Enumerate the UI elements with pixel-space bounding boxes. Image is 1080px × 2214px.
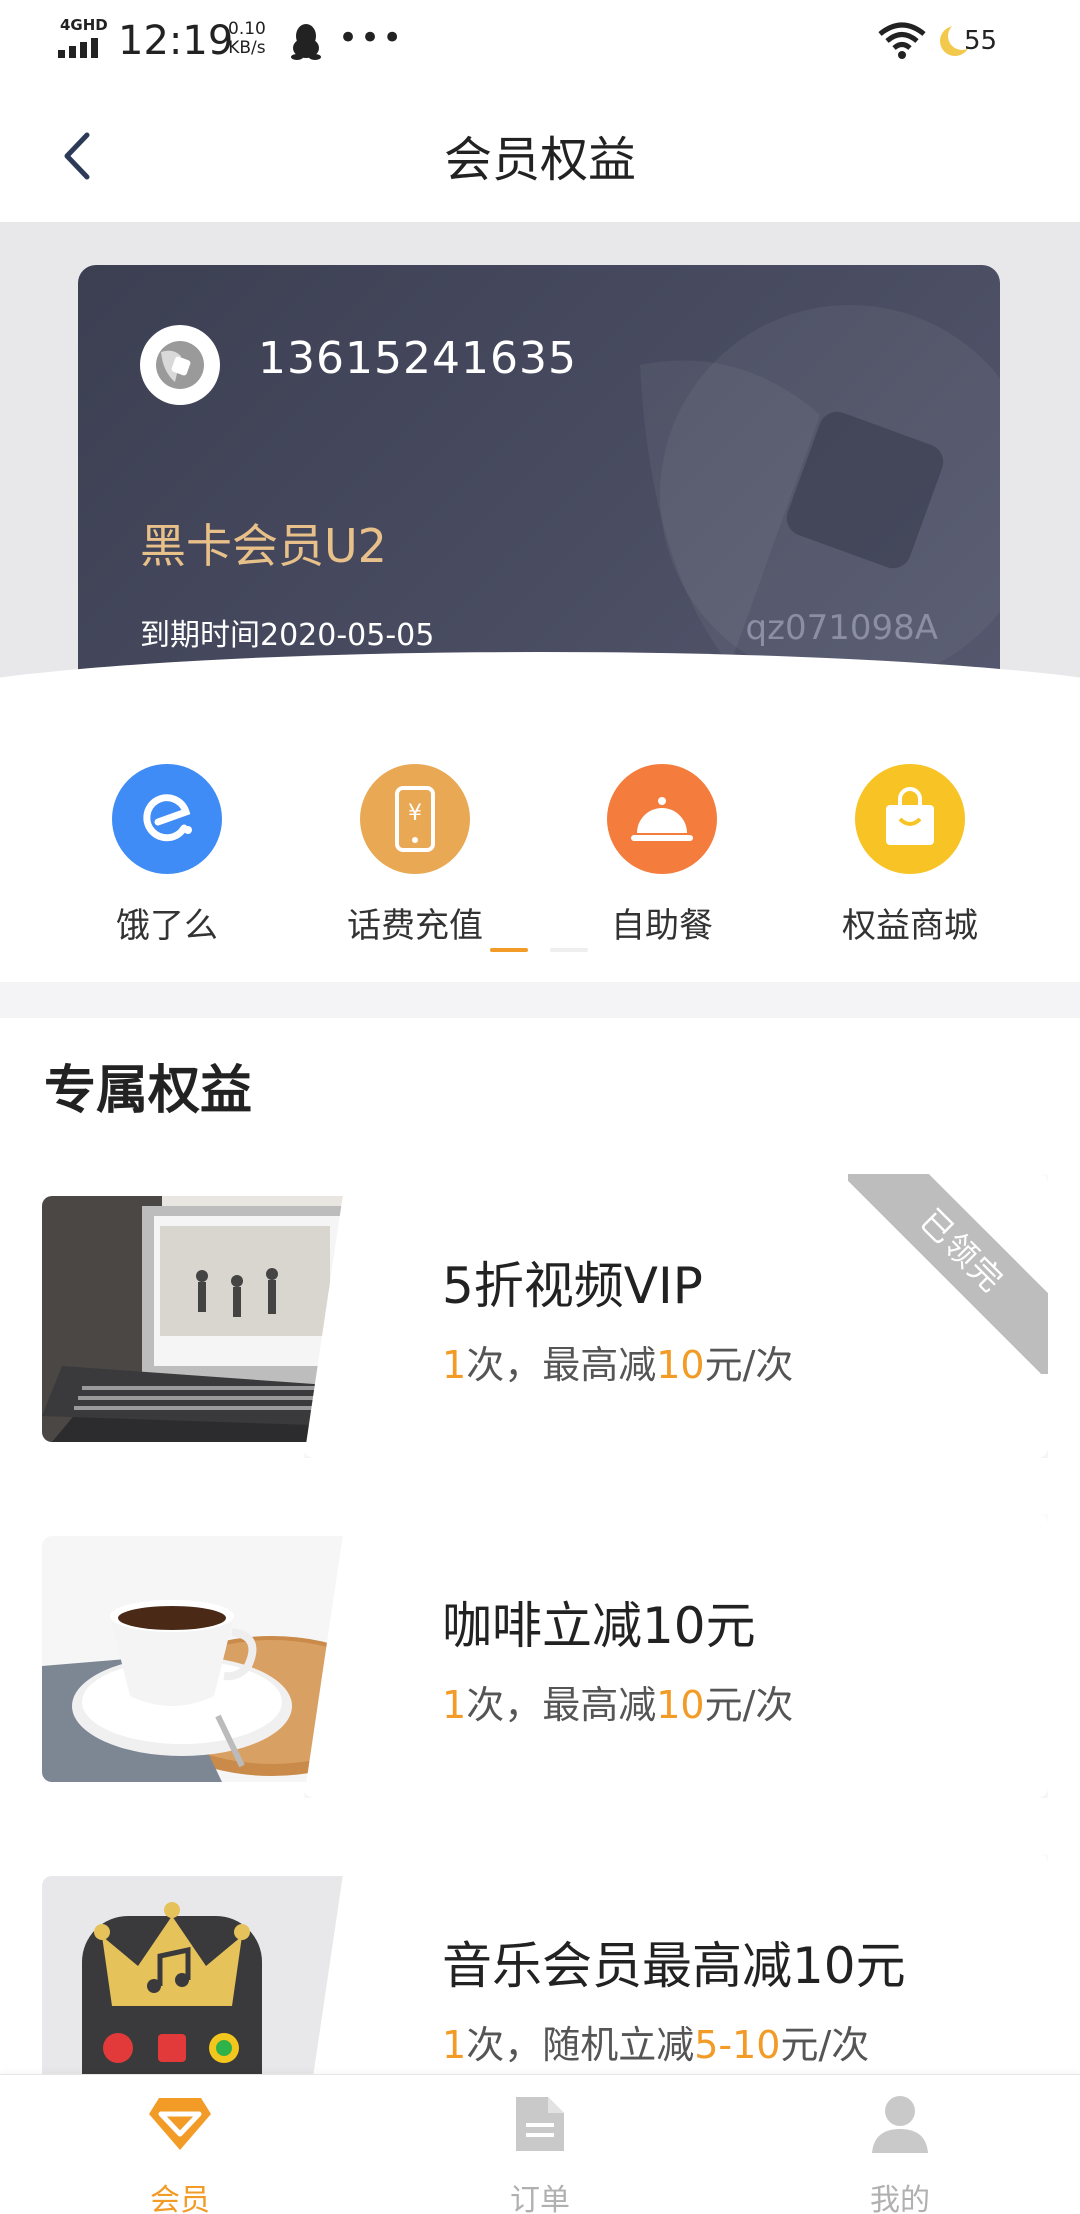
benefit-sub-text: 次，随机立减 — [466, 2023, 695, 2067]
benefit-unit: 元/次 — [780, 2023, 870, 2067]
signal-icon: 4GHD — [58, 16, 110, 60]
tab-label: 订单 — [510, 2183, 570, 2214]
quick-item-label: 权益商城 — [842, 906, 978, 946]
qq-penguin-icon — [290, 22, 322, 60]
benefit-card-music[interactable]: 音乐会员最高减10元 1次，随机立减5-10元/次 — [42, 1854, 1048, 2074]
benefit-info: 咖啡立减10元 1次，最高减10元/次 — [304, 1514, 1048, 1798]
benefit-amount-min: 5 — [694, 2023, 719, 2067]
network-type: 4GHD — [60, 16, 108, 34]
more-notifications-icon: ••• — [338, 18, 405, 58]
coffee-cup-image — [42, 1536, 352, 1782]
benefit-subtitle: 1次，随机立减5-10元/次 — [442, 2014, 869, 2069]
benefit-title: 音乐会员最高减10元 — [442, 1937, 906, 1995]
benefit-unit: 元/次 — [704, 1343, 794, 1387]
quick-item-label: 话费充值 — [347, 906, 483, 946]
tab-member[interactable]: 会员 — [80, 2089, 280, 2214]
diamond-icon — [145, 2089, 215, 2159]
benefit-subtitle: 1次，最高减10元/次 — [442, 1334, 793, 1389]
sold-out-ribbon: 已领完 — [848, 1174, 1048, 1374]
benefit-info: 音乐会员最高减10元 1次，随机立减5-10元/次 — [304, 1854, 1048, 2074]
benefit-sub-text: 次，最高减 — [466, 1683, 657, 1727]
tab-label: 我的 — [870, 2183, 930, 2214]
quick-item-mall[interactable]: 权益商城 — [810, 764, 1010, 947]
benefit-range-dash: - — [718, 2023, 733, 2067]
document-icon — [505, 2089, 575, 2159]
benefit-count: 1 — [442, 1683, 467, 1727]
speed-value: 0.10 — [228, 19, 266, 39]
quick-item-label: 饿了么 — [116, 906, 218, 946]
page-indicator — [550, 948, 588, 952]
tab-orders[interactable]: 订单 — [440, 2089, 640, 2214]
benefit-card-coffee[interactable]: 咖啡立减10元 1次，最高减10元/次 — [42, 1514, 1048, 1804]
battery-indicator: 55 — [940, 22, 1004, 60]
benefit-title: 咖啡立减10元 — [442, 1597, 756, 1655]
dining-cloche-icon — [607, 764, 717, 874]
member-phone: 13615241635 — [258, 333, 577, 384]
benefit-title: 5折视频VIP — [442, 1257, 703, 1315]
ribbon-label: 已领完 — [848, 1174, 1048, 1374]
bottom-tab-bar: 会员 订单 我的 — [0, 2074, 1080, 2214]
benefit-amount: 10 — [656, 1683, 705, 1727]
benefit-subtitle: 1次，最高减10元/次 — [442, 1674, 793, 1729]
card-brand-logo — [140, 325, 220, 405]
nav-header: 会员权益 — [0, 90, 1080, 222]
benefit-unit: 元/次 — [704, 1683, 794, 1727]
benefit-count: 1 — [442, 1343, 467, 1387]
member-card[interactable]: 13615241635 黑卡会员U2 到期时间2020-05-05 qz0710… — [78, 265, 1000, 705]
phone-recharge-icon: ¥ — [360, 764, 470, 874]
tab-mine[interactable]: 我的 — [800, 2089, 1000, 2214]
wifi-icon — [878, 22, 926, 60]
quick-menu: 饿了么 ¥ 话费充值 自助餐 权益商城 — [0, 712, 1080, 982]
tab-label: 会员 — [150, 2183, 210, 2214]
clock: 12:19 — [118, 18, 234, 64]
section-divider — [0, 982, 1080, 1018]
quick-item-label: 自助餐 — [611, 906, 713, 946]
status-bar: 4GHD 12:19 0.10 KB/s ••• 55 — [0, 0, 1080, 90]
battery-level: 55 — [964, 26, 998, 56]
laptop-video-image — [42, 1196, 352, 1442]
quick-item-recharge[interactable]: ¥ 话费充值 — [315, 764, 515, 947]
member-level: 黑卡会员U2 — [140, 519, 387, 573]
benefit-count: 1 — [442, 2023, 467, 2067]
page-indicator-active — [490, 948, 528, 952]
quick-item-buffet[interactable]: 自助餐 — [562, 764, 762, 947]
eleme-icon — [112, 764, 222, 874]
shopping-bag-icon — [855, 764, 965, 874]
member-code: qz071098A — [745, 608, 938, 648]
speed-unit: KB/s — [228, 38, 266, 58]
section-title: 专属权益 — [44, 1061, 253, 1121]
svg-text:¥: ¥ — [408, 801, 422, 826]
benefit-card-video-vip[interactable]: 5折视频VIP 1次，最高减10元/次 已领完 — [42, 1174, 1048, 1464]
page-title: 会员权益 — [443, 132, 636, 188]
music-crown-image — [42, 1876, 352, 2074]
user-icon — [865, 2089, 935, 2159]
benefit-amount-max: 10 — [732, 2023, 781, 2067]
expire-date: 到期时间2020-05-05 — [140, 618, 435, 653]
benefits-section: 专属权益 5折视频VIP 1次，最高减10元/次 已领完 咖啡立减10元 1次，… — [0, 1018, 1080, 2074]
benefit-amount: 10 — [656, 1343, 705, 1387]
network-speed: 0.10 KB/s — [228, 20, 266, 58]
benefit-sub-text: 次，最高减 — [466, 1343, 657, 1387]
quick-item-eleme[interactable]: 饿了么 — [67, 764, 267, 947]
member-card-area: 13615241635 黑卡会员U2 到期时间2020-05-05 qz0710… — [0, 222, 1080, 712]
